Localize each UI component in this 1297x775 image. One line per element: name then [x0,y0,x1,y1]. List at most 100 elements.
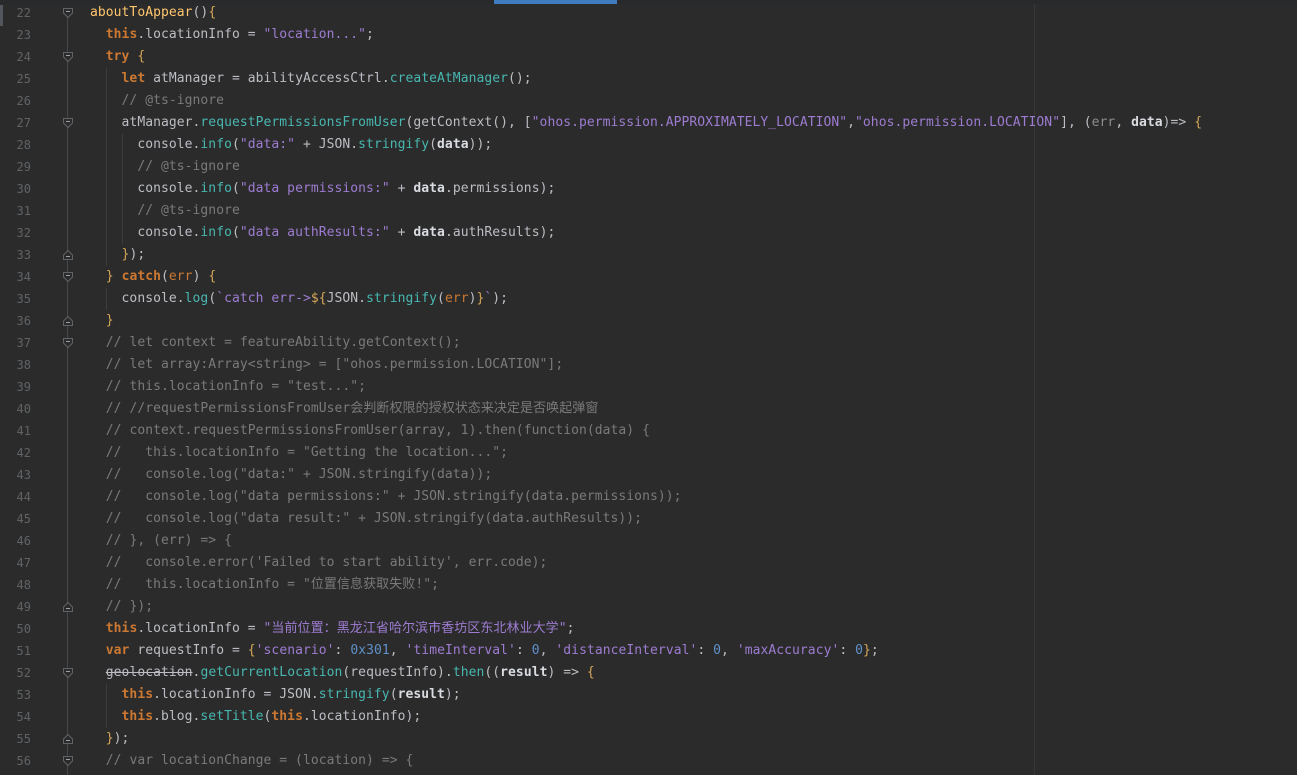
line-number[interactable]: 55 [0,728,31,750]
token-str: 'timeInterval' [406,643,516,658]
line-number[interactable]: 33 [0,244,31,266]
line-number[interactable]: 38 [0,354,31,376]
line-number[interactable]: 34 [0,266,31,288]
line-number[interactable]: 28 [0,134,31,156]
code-text: }); [90,728,129,750]
line-number[interactable]: 46 [0,530,31,552]
code-line[interactable]: 49 // }); [0,596,1297,618]
token-pl [90,159,137,174]
token-kwn: err [445,291,469,306]
code-line[interactable]: 55 }); [0,728,1297,750]
token-pl: )=> [1163,115,1195,130]
fold-up-icon[interactable] [62,315,74,327]
code-text: // context.requestPermissionsFromUser(ar… [90,420,650,442]
line-number[interactable]: 31 [0,200,31,222]
code-line[interactable]: 50 this.locationInfo = "当前位置：黑龙江省哈尔滨市香坊区… [0,618,1297,640]
code-line[interactable]: 54 this.blog.setTitle(this.locationInfo)… [0,706,1297,728]
token-pl: : [697,643,713,658]
code-line[interactable]: 40 // //requestPermissionsFromUser会判断权限的… [0,398,1297,420]
token-com: // var locationChange = (location) => { [106,753,414,768]
code-line[interactable]: 51 var requestInfo = {'scenario': 0x301,… [0,640,1297,662]
code-text: // this.locationInfo = "Getting the loca… [90,442,508,464]
line-number[interactable]: 56 [0,750,31,772]
code-line[interactable]: 29 // @ts-ignore [0,156,1297,178]
code-line[interactable]: 30 console.info("data permissions:" + da… [0,178,1297,200]
line-number[interactable]: 49 [0,596,31,618]
line-number[interactable]: 43 [0,464,31,486]
code-line[interactable]: 42 // this.locationInfo = "Getting the l… [0,442,1297,464]
line-number[interactable]: 36 [0,310,31,332]
code-line[interactable]: 28 console.info("data:" + JSON.stringify… [0,134,1297,156]
code-line[interactable]: 33 }); [0,244,1297,266]
code-editor[interactable]: 22aboutToAppear(){23 this.locationInfo =… [0,0,1297,775]
code-line[interactable]: 48 // this.locationInfo = "位置信息获取失败!"; [0,574,1297,596]
line-number[interactable]: 53 [0,684,31,706]
line-number[interactable]: 52 [0,662,31,684]
code-line[interactable]: 25 let atManager = abilityAccessCtrl.cre… [0,68,1297,90]
code-line[interactable]: 24 try { [0,46,1297,68]
code-line[interactable]: 32 console.info("data authResults:" + da… [0,222,1297,244]
fold-down-icon[interactable] [62,7,74,19]
code-line[interactable]: 47 // console.error('Failed to start abi… [0,552,1297,574]
fold-down-icon[interactable] [62,117,74,129]
line-number[interactable]: 45 [0,508,31,530]
fold-down-icon[interactable] [62,755,74,767]
token-com: // @ts-ignore [137,159,240,174]
line-number[interactable]: 37 [0,332,31,354]
token-pl: ( [232,225,240,240]
token-pl: + [390,225,414,240]
code-line[interactable]: 27 atManager.requestPermissionsFromUser(… [0,112,1297,134]
line-number[interactable]: 35 [0,288,31,310]
line-number[interactable]: 50 [0,618,31,640]
line-number[interactable]: 24 [0,46,31,68]
code-line[interactable]: 39 // this.locationInfo = "test..."; [0,376,1297,398]
line-number[interactable]: 27 [0,112,31,134]
code-line[interactable]: 37 // let context = featureAbility.getCo… [0,332,1297,354]
code-line[interactable]: 45 // console.log("data result:" + JSON.… [0,508,1297,530]
code-line[interactable]: 34 } catch(err) { [0,266,1297,288]
code-line[interactable]: 26 // @ts-ignore [0,90,1297,112]
line-number[interactable]: 42 [0,442,31,464]
code-line[interactable]: 36 } [0,310,1297,332]
token-pl [90,599,106,614]
line-number[interactable]: 47 [0,552,31,574]
token-brace: } [863,643,871,658]
code-line[interactable]: 56 // var locationChange = (location) =>… [0,750,1297,772]
code-line[interactable]: 38 // let array:Array<string> = ["ohos.p… [0,354,1297,376]
line-number[interactable]: 32 [0,222,31,244]
line-number[interactable]: 51 [0,640,31,662]
line-number[interactable]: 23 [0,24,31,46]
code-line[interactable]: 52 geolocation.getCurrentLocation(reques… [0,662,1297,684]
line-number[interactable]: 54 [0,706,31,728]
line-number[interactable]: 30 [0,178,31,200]
line-number[interactable]: 22 [0,2,31,24]
code-line[interactable]: 41 // context.requestPermissionsFromUser… [0,420,1297,442]
line-number[interactable]: 48 [0,574,31,596]
fold-up-icon[interactable] [62,733,74,745]
fold-up-icon[interactable] [62,249,74,261]
token-pl [90,269,106,284]
code-line[interactable]: 23 this.locationInfo = "location..."; [0,24,1297,46]
fold-down-icon[interactable] [62,337,74,349]
fold-down-icon[interactable] [62,667,74,679]
line-number[interactable]: 39 [0,376,31,398]
code-line[interactable]: 22aboutToAppear(){ [0,2,1297,24]
code-line[interactable]: 43 // console.log("data:" + JSON.stringi… [0,464,1297,486]
token-pl: )); [469,137,493,152]
code-line[interactable]: 46 // }, (err) => { [0,530,1297,552]
line-number[interactable]: 25 [0,68,31,90]
code-line[interactable]: 35 console.log(`catch err->${JSON.string… [0,288,1297,310]
code-text: } catch(err) { [90,266,216,288]
fold-down-icon[interactable] [62,271,74,283]
code-line[interactable]: 31 // @ts-ignore [0,200,1297,222]
line-number[interactable]: 29 [0,156,31,178]
code-line[interactable]: 53 this.locationInfo = JSON.stringify(re… [0,684,1297,706]
line-number[interactable]: 40 [0,398,31,420]
line-number[interactable]: 44 [0,486,31,508]
line-number[interactable]: 41 [0,420,31,442]
code-text: // this.locationInfo = "test..."; [90,376,366,398]
fold-down-icon[interactable] [62,51,74,63]
line-number[interactable]: 26 [0,90,31,112]
code-line[interactable]: 44 // console.log("data permissions:" + … [0,486,1297,508]
fold-up-icon[interactable] [62,601,74,613]
